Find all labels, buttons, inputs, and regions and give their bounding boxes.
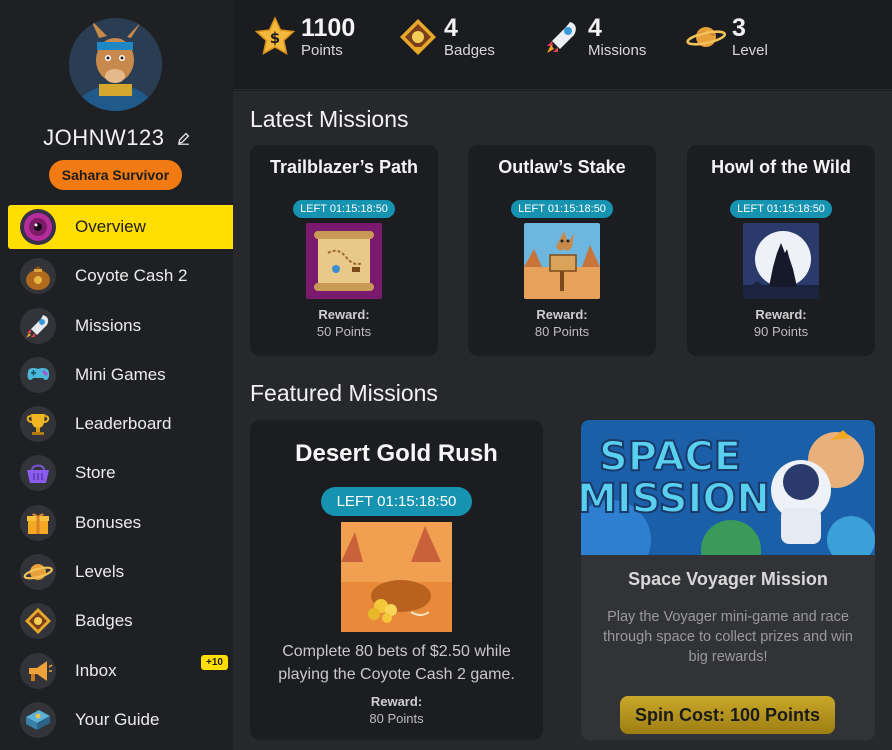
- svg-text:$: $: [270, 29, 280, 47]
- planet-icon: [684, 15, 728, 59]
- inbox-count-badge: +10: [201, 654, 228, 670]
- sidebar-item-label: Store: [75, 463, 116, 483]
- points-value: 1100: [301, 14, 356, 42]
- basket-icon: [20, 455, 56, 492]
- mission-title: Howl of the Wild: [711, 157, 851, 177]
- sidebar-item-label: Missions: [75, 315, 142, 335]
- sidebar-item-label: Badges: [75, 611, 133, 631]
- wanted-coyote-image: [524, 223, 600, 299]
- rocket-icon: [540, 15, 584, 59]
- mission-card[interactable]: Trailblazer’s Path LEFT 01:15:18:50 Rewa…: [250, 145, 438, 356]
- book-icon: [20, 701, 56, 738]
- sidebar-item-label: Leaderboard: [75, 414, 172, 434]
- username-row: JOHNW123: [0, 125, 233, 151]
- spin-button[interactable]: Spin Cost: 100 Points: [620, 696, 835, 734]
- sidebar-item-label: Levels: [75, 562, 125, 582]
- sidebar-item-badges[interactable]: Badges: [8, 599, 233, 643]
- gamepad-icon: [20, 356, 56, 393]
- badges-value: 4: [444, 14, 458, 42]
- badge-icon: [396, 15, 440, 59]
- missions-label: Missions: [588, 42, 647, 59]
- featured-mission-title: Desert Gold Rush: [295, 440, 498, 467]
- sidebar-item-label: Your Guide: [75, 709, 160, 729]
- points-stat: $ 1100 Points: [253, 14, 355, 60]
- sidebar-item-missions[interactable]: Missions: [8, 304, 233, 348]
- planet-icon: [20, 554, 56, 591]
- badges-stat: 4 Badges: [396, 14, 495, 60]
- banner-line1: SPACE: [599, 434, 741, 480]
- map-scroll-image: [306, 223, 382, 299]
- sidebar-item-label: Coyote Cash 2: [75, 266, 188, 286]
- reward-label: Reward:: [370, 694, 423, 709]
- sidebar-item-levels[interactable]: Levels: [8, 550, 233, 594]
- stats-bar: $ 1100 Points 4 Badges 4 Missions 3 Leve…: [233, 0, 892, 90]
- sidebar-item-bonuses[interactable]: Bonuses: [8, 501, 233, 545]
- pencil-icon[interactable]: [177, 132, 190, 150]
- mission-title: Trailblazer’s Path: [269, 157, 419, 177]
- space-mission-banner: SPACE MISSION: [581, 420, 875, 555]
- sidebar-item-label: Overview: [75, 217, 146, 236]
- space-mission-description: Play the Voyager mini-game and race thro…: [603, 609, 853, 665]
- mission-timer: LEFT 01:15:18:50: [730, 200, 832, 218]
- points-label: Points: [301, 42, 343, 59]
- howling-wolf-image: [743, 223, 819, 299]
- reward-value: 90 Points: [753, 324, 809, 339]
- avatar[interactable]: [69, 18, 162, 111]
- gift-icon: [20, 504, 56, 541]
- sidebar-item-mini-games[interactable]: Mini Games: [8, 353, 233, 397]
- level-stat: 3 Level: [684, 14, 768, 60]
- mission-timer: LEFT 01:15:18:50: [293, 200, 395, 218]
- sidebar-item-store[interactable]: Store: [8, 451, 233, 495]
- sidebar-nav: Overview Coyote Cash 2 Missions Mini Gam…: [8, 205, 233, 747]
- level-label: Level: [732, 42, 768, 59]
- reward-value: 50 Points: [316, 324, 372, 339]
- mission-card[interactable]: Outlaw’s Stake LEFT 01:15:18:50 Reward: …: [468, 145, 656, 356]
- sidebar-item-coyote-cash-2[interactable]: Coyote Cash 2: [8, 254, 233, 298]
- space-mission-card[interactable]: SPACE MISSION Space Voyager Mission Play…: [581, 420, 875, 740]
- gold-bag-image: [341, 522, 452, 632]
- reward-value: 80 Points: [534, 324, 590, 339]
- featured-mission-card[interactable]: Desert Gold Rush LEFT 01:15:18:50 Comple…: [250, 420, 543, 740]
- mission-timer: LEFT 01:15:18:50: [511, 200, 613, 218]
- reward-label: Reward:: [318, 307, 370, 322]
- badges-label: Badges: [444, 42, 495, 59]
- missions-stat: 4 Missions: [540, 14, 646, 60]
- latest-missions-heading: Latest Missions: [250, 106, 409, 132]
- trophy-icon: [20, 406, 56, 443]
- reward-label: Reward:: [536, 307, 588, 322]
- sidebar-item-label: Bonuses: [75, 512, 142, 532]
- username: JOHNW123: [43, 125, 165, 150]
- badge-icon: [20, 603, 56, 640]
- sidebar-item-overview[interactable]: Overview: [8, 205, 233, 249]
- sidebar-item-label: Mini Games: [75, 364, 166, 384]
- featured-mission-description: Complete 80 bets of $2.50 while playing …: [278, 643, 515, 683]
- rank-badge: Sahara Survivor: [49, 160, 182, 190]
- sidebar-item-leaderboard[interactable]: Leaderboard: [8, 402, 233, 446]
- money-bag-icon: [20, 258, 56, 295]
- sidebar: JOHNW123 Sahara Survivor Overview Coyote…: [0, 0, 233, 750]
- megaphone-icon: [20, 652, 56, 689]
- rocket-icon: [20, 307, 56, 344]
- missions-value: 4: [588, 14, 602, 42]
- level-value: 3: [732, 14, 746, 42]
- featured-mission-timer: LEFT 01:15:18:50: [320, 487, 473, 516]
- banner-line2: MISSION: [581, 476, 770, 522]
- sidebar-item-inbox[interactable]: Inbox +10: [8, 649, 233, 693]
- sidebar-item-your-guide[interactable]: Your Guide: [8, 698, 233, 742]
- mission-card[interactable]: Howl of the Wild LEFT 01:15:18:50 Reward…: [687, 145, 875, 356]
- sidebar-item-label: Inbox: [75, 660, 117, 680]
- mission-title: Outlaw’s Stake: [498, 157, 626, 177]
- featured-missions-heading: Featured Missions: [250, 380, 438, 406]
- reward-value: 80 Points: [369, 711, 424, 726]
- reward-label: Reward:: [755, 307, 807, 322]
- eye-icon: [20, 209, 56, 245]
- space-mission-title: Space Voyager Mission: [628, 569, 828, 589]
- star-icon: $: [253, 15, 297, 59]
- main-content: Latest Missions Trailblazer’s Path LEFT …: [233, 91, 892, 750]
